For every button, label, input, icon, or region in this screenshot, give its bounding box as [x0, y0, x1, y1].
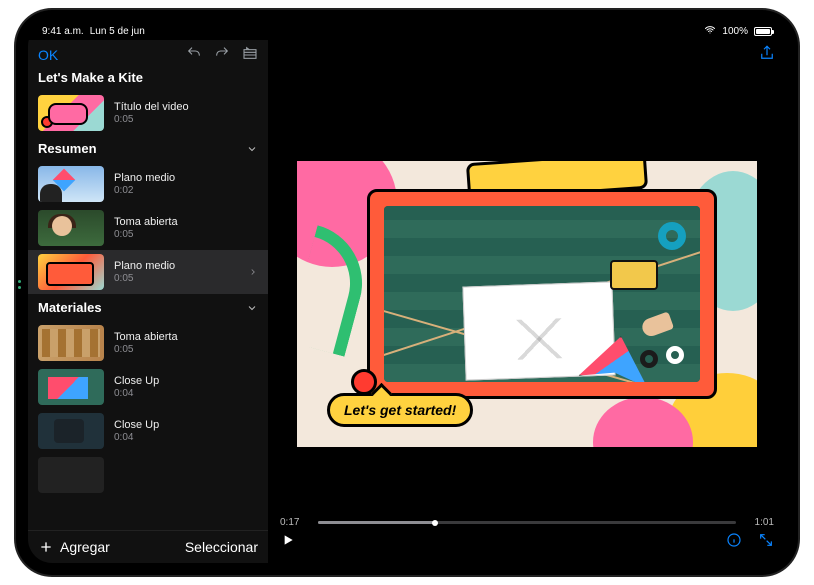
video-content — [384, 206, 700, 382]
transport: 0:17 1:01 — [268, 513, 786, 563]
chevron-down-icon — [246, 143, 258, 155]
app: OK Let's Make a Kite Título del video — [28, 40, 786, 563]
clip-row[interactable]: Close Up 0:04 — [28, 365, 268, 409]
redo-icon[interactable] — [214, 45, 230, 66]
storyboard-icon[interactable] — [242, 45, 258, 66]
clip-duration: 0:04 — [114, 388, 258, 399]
clip-thumb — [38, 325, 104, 361]
clip-row[interactable]: Toma abierta 0:05 — [28, 321, 268, 365]
clip-thumb — [38, 210, 104, 246]
speech-bubble: Let's get started! — [327, 393, 473, 427]
chevron-down-icon — [246, 302, 258, 314]
section-label: Materiales — [38, 300, 102, 315]
expand-icon — [758, 532, 774, 548]
clip-thumb — [38, 413, 104, 449]
sidebar: OK Let's Make a Kite Título del video — [28, 40, 268, 563]
status-time: 9:41 a.m. — [42, 26, 84, 37]
clip-duration: 0:05 — [114, 344, 258, 355]
clip-label: Plano medio — [114, 172, 258, 184]
clip-row[interactable]: Close Up 0:04 — [28, 409, 268, 453]
ok-button[interactable]: OK — [38, 47, 58, 63]
fullscreen-button[interactable] — [758, 532, 774, 553]
clip-thumb — [38, 254, 104, 290]
clip-duration: 0:02 — [114, 185, 258, 196]
elapsed-time: 0:17 — [280, 517, 310, 528]
battery-pct: 100% — [722, 26, 748, 37]
play-button[interactable] — [280, 532, 296, 553]
info-button[interactable] — [726, 532, 742, 553]
plus-icon — [38, 539, 54, 555]
clip-thumb — [38, 369, 104, 405]
undo-icon[interactable] — [186, 45, 202, 66]
video-frame — [367, 189, 717, 399]
ipad-frame: 9:41 a.m. Lun 5 de jun 100% OK — [16, 10, 798, 575]
add-label: Agregar — [60, 539, 110, 555]
remaining-time: 1:01 — [744, 517, 774, 528]
play-icon — [280, 532, 296, 548]
clip-label: Toma abierta — [114, 216, 258, 228]
status-date: Lun 5 de jun — [90, 26, 145, 37]
scrubber[interactable] — [318, 521, 736, 524]
side-indicator — [18, 280, 21, 283]
share-icon — [758, 44, 776, 62]
wifi-icon — [704, 24, 716, 39]
status-bar: 9:41 a.m. Lun 5 de jun 100% — [28, 22, 786, 40]
preview-canvas[interactable]: Let's get started! — [297, 161, 757, 447]
preview-canvas-wrap: Let's get started! — [268, 64, 786, 513]
clip-duration: 0:04 — [114, 432, 258, 443]
clip-label: Close Up — [114, 375, 258, 387]
select-button[interactable]: Seleccionar — [185, 539, 258, 555]
clip-label: Close Up — [114, 419, 258, 431]
info-icon — [726, 532, 742, 548]
viewer: Let's get started! 0:17 1:01 — [268, 40, 786, 563]
share-button[interactable] — [758, 44, 776, 64]
clip-thumb — [38, 95, 104, 131]
clip-row[interactable]: Toma abierta 0:05 — [28, 206, 268, 250]
clip-duration: 0:05 — [114, 229, 258, 240]
clip-thumb — [38, 166, 104, 202]
clip-duration: 0:05 — [114, 273, 238, 284]
section-header-resumen[interactable]: Resumen — [28, 135, 268, 162]
clip-row-title[interactable]: Título del video 0:05 — [28, 91, 268, 135]
clip-label: Toma abierta — [114, 331, 258, 343]
section-label: Resumen — [38, 141, 97, 156]
clip-label: Título del video — [114, 101, 258, 113]
clip-row-selected[interactable]: Plano medio 0:05 — [28, 250, 268, 294]
add-button[interactable]: Agregar — [38, 539, 110, 555]
clip-row-partial[interactable] — [28, 453, 268, 497]
project-title: Let's Make a Kite — [28, 66, 268, 91]
clip-row[interactable]: Plano medio 0:02 — [28, 162, 268, 206]
clip-label: Plano medio — [114, 260, 238, 272]
chevron-right-icon — [248, 267, 258, 277]
battery-icon — [754, 27, 772, 36]
screen: 9:41 a.m. Lun 5 de jun 100% OK — [28, 22, 786, 563]
section-header-materiales[interactable]: Materiales — [28, 294, 268, 321]
clip-duration: 0:05 — [114, 114, 258, 125]
clip-list[interactable]: Título del video 0:05 Resumen Plano medi… — [28, 91, 268, 530]
clip-thumb — [38, 457, 104, 493]
